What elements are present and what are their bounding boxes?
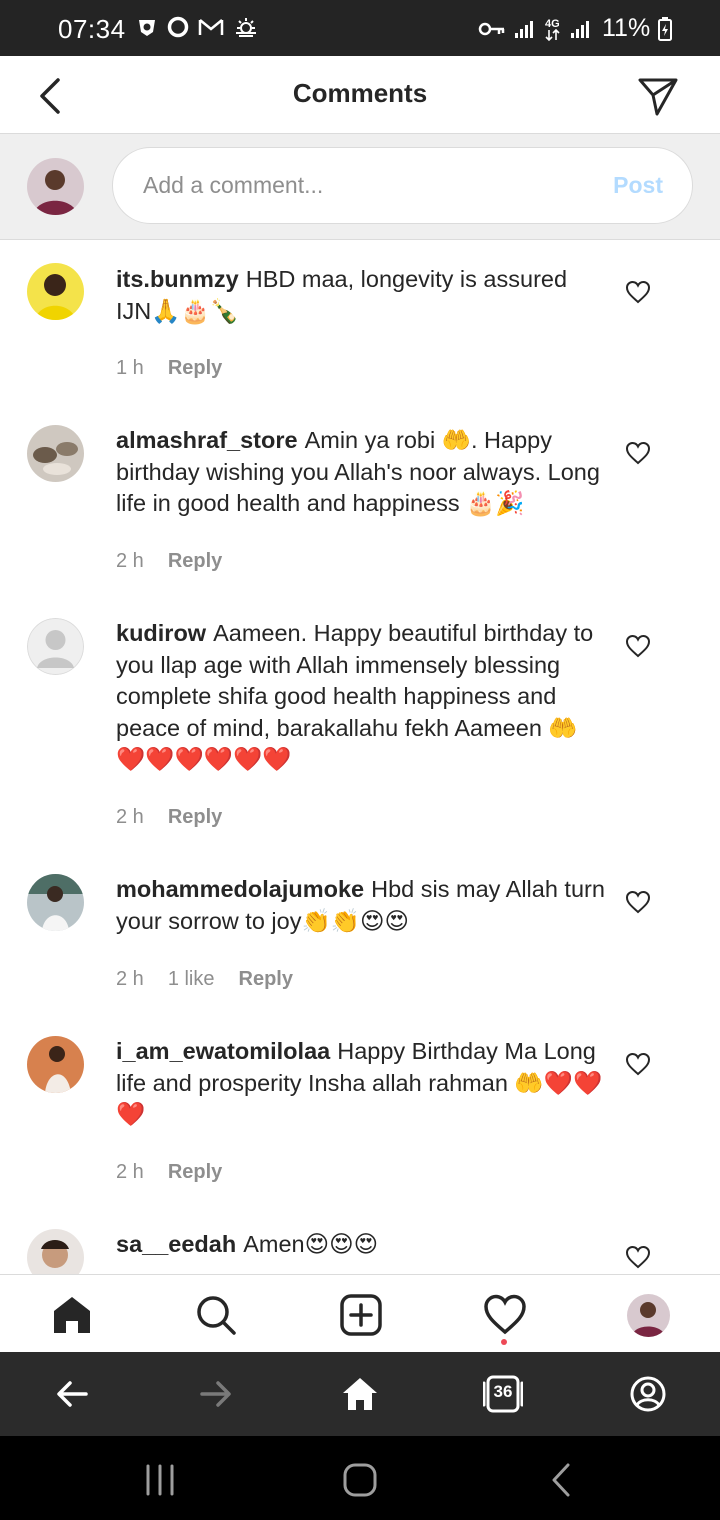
like-heart-icon[interactable]: [625, 1245, 651, 1269]
post-button[interactable]: Post: [613, 172, 663, 199]
browser-forward-icon: [200, 1381, 231, 1407]
comment-username[interactable]: almashraf_store: [116, 427, 298, 453]
reply-button[interactable]: Reply: [168, 1161, 222, 1184]
activity-notification-dot: [501, 1339, 507, 1345]
gmail-icon: [198, 19, 224, 35]
recent-apps-icon[interactable]: [140, 1460, 180, 1500]
commenter-avatar[interactable]: [27, 425, 84, 482]
notification-icons: [136, 16, 259, 38]
signal-icon-2: [571, 20, 589, 38]
comment-time: 2 h: [116, 806, 144, 828]
reply-button[interactable]: Reply: [239, 968, 293, 991]
commenter-avatar[interactable]: [27, 618, 84, 675]
comment-time: 2 h: [116, 550, 144, 572]
system-back-icon[interactable]: [542, 1460, 582, 1500]
comment-time: 2 h: [116, 1161, 144, 1183]
system-icons: 4G 11%: [478, 14, 673, 43]
comment-body: its.bunmzy HBD maa, longevity is assured …: [116, 264, 606, 327]
new-post-icon[interactable]: [339, 1293, 383, 1337]
profile-tab-avatar[interactable]: [627, 1294, 670, 1337]
comments-header: Comments: [0, 56, 720, 134]
comment-body: sa__eedah Amen😍😍😍: [116, 1229, 606, 1261]
reply-button[interactable]: Reply: [168, 806, 222, 829]
app-notification-icon: [139, 20, 155, 36]
comment-text: Amen😍😍😍: [243, 1231, 379, 1257]
comment-username[interactable]: sa__eedah: [116, 1231, 236, 1257]
signal-icon: [515, 20, 533, 38]
battery-charging-icon: [658, 16, 673, 41]
comment-like-count[interactable]: 1 like: [168, 968, 215, 991]
comment-meta: 1 h Reply: [116, 357, 222, 380]
bottom-navigation: [0, 1274, 720, 1352]
commenter-avatar[interactable]: [27, 1229, 84, 1274]
comment-body: almashraf_store Amin ya robi 🤲. Happy bir…: [116, 425, 606, 520]
send-direct-icon[interactable]: [636, 74, 680, 118]
system-home-icon[interactable]: [340, 1460, 380, 1500]
browser-account-icon[interactable]: [628, 1374, 668, 1414]
comment-body: kudirow Aameen. Happy beautiful birthday …: [116, 618, 606, 776]
battery-percent: 11%: [602, 14, 651, 42]
reply-button[interactable]: Reply: [168, 357, 222, 380]
comment-time: 2 h: [116, 968, 144, 990]
browser-back-icon[interactable]: [52, 1374, 92, 1414]
comment-username[interactable]: i_am_ewatomilolaa: [116, 1038, 330, 1064]
like-heart-icon[interactable]: [625, 1052, 651, 1076]
commenter-avatar[interactable]: [27, 1036, 84, 1093]
like-heart-icon[interactable]: [625, 890, 651, 914]
comment-body: mohammedolajumoke Hbd sis may Allah turn …: [116, 874, 606, 937]
like-heart-icon[interactable]: [625, 280, 651, 304]
like-heart-icon[interactable]: [625, 441, 651, 465]
commenter-avatar[interactable]: [27, 874, 84, 931]
status-bar: 07:34 4G 11%: [0, 0, 720, 56]
browser-home-icon[interactable]: [340, 1374, 380, 1414]
like-heart-icon[interactable]: [625, 634, 651, 658]
comment-input-placeholder: Add a comment...: [143, 172, 324, 198]
comment-meta: 2 h Reply: [116, 806, 222, 829]
comment-username[interactable]: mohammedolajumoke: [116, 876, 364, 902]
commenter-avatar[interactable]: [27, 263, 84, 320]
status-time: 07:34: [58, 14, 126, 44]
comment-meta: 2 h Reply: [116, 1161, 222, 1184]
comment-time: 1 h: [116, 357, 144, 379]
tab-count: 36: [493, 1382, 513, 1401]
browser-tabs-button[interactable]: 36: [482, 1374, 524, 1414]
opera-icon: [167, 16, 189, 38]
page-title: Comments: [292, 78, 428, 108]
my-avatar: [27, 158, 84, 215]
weather-icon: [236, 18, 256, 37]
reply-button[interactable]: Reply: [168, 550, 222, 573]
home-icon[interactable]: [50, 1293, 94, 1337]
comment-input[interactable]: Add a comment... Post: [112, 147, 693, 224]
search-icon[interactable]: [194, 1293, 238, 1337]
comment-meta: 2 h 1 like Reply: [116, 968, 293, 991]
system-navigation-bar: [0, 1436, 720, 1520]
network-4g-icon: 4G: [545, 18, 560, 41]
activity-heart-icon[interactable]: [483, 1293, 527, 1337]
comments-list: its.bunmzy HBD maa, longevity is assured …: [0, 240, 720, 1274]
comment-username[interactable]: kudirow: [116, 620, 206, 646]
comment-meta: 2 h Reply: [116, 550, 222, 573]
comment-body: i_am_ewatomilolaa Happy Birthday Ma Long …: [116, 1036, 606, 1131]
vpn-key-icon: [478, 22, 505, 35]
svg-text:4G: 4G: [545, 18, 560, 30]
comment-composer: Add a comment... Post: [0, 134, 720, 240]
browser-toolbar: 36: [0, 1352, 720, 1436]
comment-username[interactable]: its.bunmzy: [116, 266, 239, 292]
